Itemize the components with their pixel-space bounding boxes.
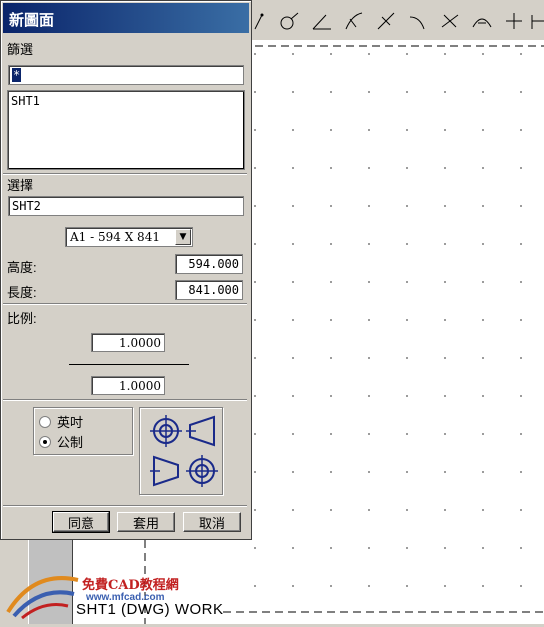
height-input[interactable]: 594.000 (175, 254, 243, 274)
length-label: 長度: (7, 285, 37, 300)
angle-tool-icon[interactable] (308, 8, 336, 34)
divider (3, 303, 247, 305)
select-label: 選擇 (7, 178, 34, 193)
dialog-titlebar[interactable]: 新圖面 (3, 3, 249, 33)
chamfer-tool-icon[interactable] (372, 8, 400, 34)
dialog-title: 新圖面 (9, 12, 55, 29)
dropdown-arrow-icon[interactable]: ▼ (175, 229, 191, 245)
select-input[interactable]: SHT2 (8, 196, 244, 216)
radio-inch[interactable]: 英吋 (39, 412, 83, 431)
frustum-left-icon[interactable] (148, 453, 184, 489)
target-circle-icon[interactable] (148, 413, 184, 449)
extend-tool-icon[interactable] (436, 8, 464, 34)
watermark-site: www.mfcad.com (86, 592, 165, 603)
radio-inch-dot[interactable] (39, 415, 51, 428)
projection-group (139, 407, 223, 495)
frustum-right-icon[interactable] (184, 413, 220, 449)
apply-button[interactable]: 套用 (117, 512, 175, 532)
tee-tool-icon[interactable] (524, 8, 544, 34)
trim-arc-tool-icon[interactable] (404, 8, 432, 34)
height-label: 高度: (7, 260, 37, 275)
filter-label: 篩選 (7, 42, 34, 57)
scale-numerator-input[interactable]: 1.0000 (91, 333, 165, 352)
target-circle-icon-2[interactable] (184, 453, 220, 489)
paper-size-value: A1 - 594 X 841 (70, 230, 160, 244)
unit-group: 英吋 公制 (33, 407, 133, 455)
radio-inch-label: 英吋 (57, 415, 84, 430)
radio-metric[interactable]: 公制 (39, 432, 83, 451)
sheet-list[interactable]: SHT1 (7, 90, 245, 170)
ok-button[interactable]: 同意 (52, 511, 110, 533)
cad-toolbar (248, 0, 544, 41)
paper-size-dropdown[interactable]: A1 - 594 X 841 ▼ (65, 227, 193, 247)
radio-metric-label: 公制 (57, 435, 84, 450)
divider (3, 173, 247, 175)
cancel-button[interactable]: 取消 (183, 512, 241, 532)
divider (3, 505, 247, 507)
scale-label: 比例: (7, 311, 37, 326)
watermark-logo-icon (6, 576, 79, 620)
watermark-logo: 免費CAD教程網 www.mfcad.com (4, 566, 184, 622)
arc-tool-icon[interactable] (250, 8, 278, 34)
scale-denominator-input[interactable]: 1.0000 (91, 376, 165, 395)
radio-metric-dot[interactable] (39, 435, 51, 448)
scale-ratio-line (69, 364, 189, 365)
new-drawing-dialog: 新圖面 篩選 * SHT1 選擇 SHT2 A1 - 594 X 841 ▼ 高… (0, 0, 252, 540)
blend-tool-icon[interactable] (468, 8, 496, 34)
filter-value: * (12, 68, 22, 82)
length-input[interactable]: 841.000 (175, 280, 243, 300)
list-item[interactable]: SHT1 (11, 94, 241, 108)
circle-tool-icon[interactable] (276, 8, 304, 34)
divider (3, 399, 247, 401)
fillet-tool-icon[interactable] (340, 8, 368, 34)
watermark-brand: 免費CAD教程網 (82, 578, 179, 593)
filter-input[interactable]: * (8, 65, 244, 85)
